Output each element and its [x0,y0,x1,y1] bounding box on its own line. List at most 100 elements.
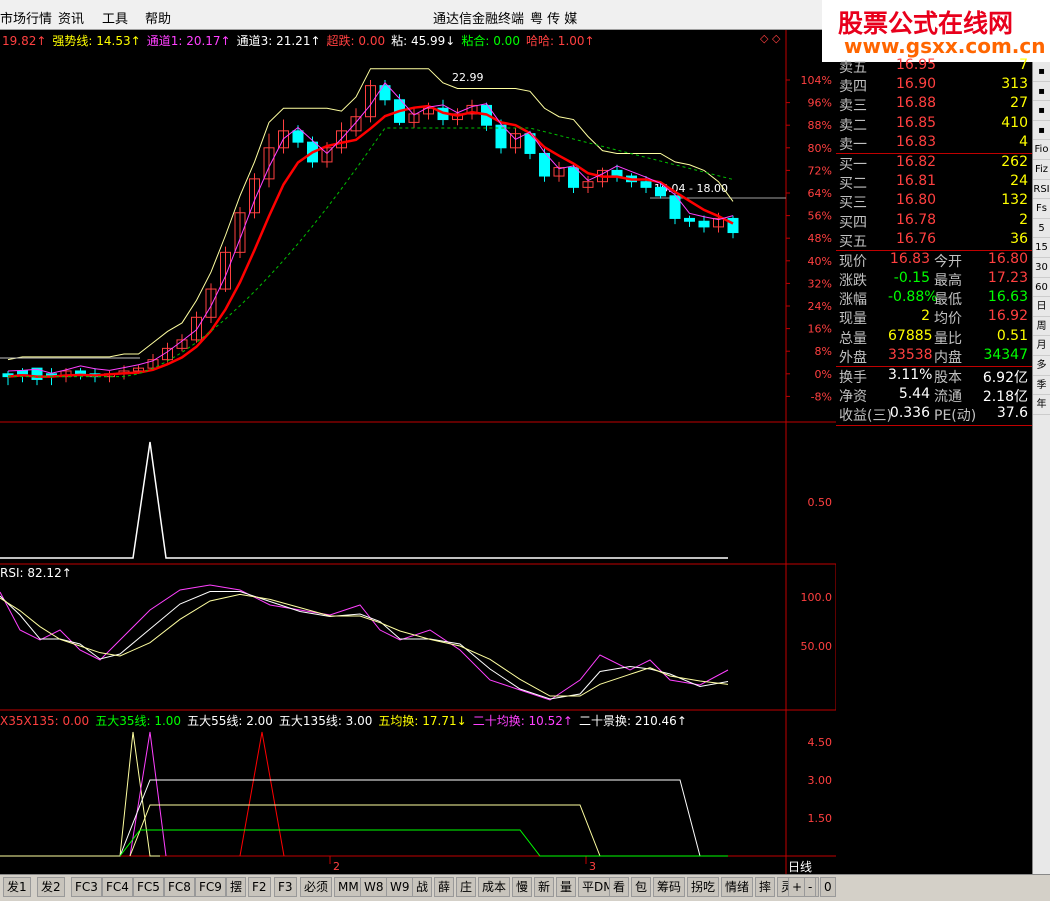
side-icon-0[interactable]: Fio [1033,140,1050,160]
finance-row-1: 净资 5.44 流通 2.18亿 [839,386,1028,406]
panel4-tick: 1.50 [808,812,833,825]
candle-body [568,167,579,188]
buy-level-3[interactable]: 买四 16.78 2 [836,212,1032,231]
side-icon-13[interactable]: 年 [1033,395,1050,415]
sell-level-4[interactable]: 卖一 16.83 4 [836,134,1032,153]
main-tick-label: -8% [811,390,832,403]
side-icon-11[interactable]: 多 [1033,356,1050,376]
main-tick-label: 56% [808,210,832,223]
bottom-tab-17[interactable]: 成本 [478,877,511,897]
candle-body [640,181,652,188]
ma-line [7,104,734,378]
bottom-tab-26[interactable]: 情绪 [721,877,754,897]
candle-body [292,130,304,143]
bottom-tab-10[interactable]: 必须 [300,877,333,897]
main-tick-label: 32% [808,277,832,290]
bottom-tab-23[interactable]: 包 [631,877,652,897]
side-icon-4[interactable]: 5 [1033,219,1050,239]
p4-white-step [119,779,701,857]
bottom-tab-3[interactable]: FC4 [102,877,133,897]
bottom-tab-2[interactable]: FC3 [71,877,102,897]
quote-row-1: 涨跌 -0.15 最高 17.23 [839,270,1028,290]
bottom-tab-14[interactable]: 战 [412,877,433,897]
buy-level-0[interactable]: 买一 16.82 262 [836,154,1032,173]
p4-red-spike [239,731,285,857]
buy-level-1[interactable]: 买二 16.81 24 [836,173,1032,192]
main-tick-label: 48% [808,232,832,245]
bottom-tab-12[interactable]: W8 [360,877,388,897]
rsi-fast [0,584,729,701]
bottom-tab-20[interactable]: 量 [556,877,577,897]
side-icon-7[interactable]: 60 [1033,278,1050,298]
tool-icon[interactable]: ▪ [1033,121,1050,141]
bottom-tab-25[interactable]: 拐吃 [687,877,720,897]
buy-level-4[interactable]: 买五 16.76 36 [836,231,1032,250]
bottom-tab-15[interactable]: 薛 [434,877,455,897]
period-label[interactable]: 日线 [788,858,836,874]
main-tick-label: 104% [801,74,832,87]
panel4-indicator-2: 五大55线: 2.00 [187,714,273,728]
quote-row-3: 现量 2 均价 16.92 [839,308,1028,328]
main-tick-label: 24% [808,300,832,313]
p4-yellow-spike [0,731,160,857]
quote-panel: 卖五 16.95 7 卖四 16.90 313 卖三 16.88 27 卖二 16.85 410 卖一 1… [836,57,1032,426]
sell-level-3[interactable]: 卖二 16.85 410 [836,115,1032,134]
side-toolbar: ▪ ▪ ▪ ▪ Fio Fiz RSI Fs 5 15 30 60 日周月多季年 [1032,62,1050,901]
quote-row-2: 涨幅 -0.88% 最低 16.63 [839,289,1028,309]
main-tick-label: 72% [808,164,832,177]
panel4-indicator-0: X35X135: 0.00 [0,714,90,728]
main-tick-label: 8% [815,345,832,358]
bottom-tab-11[interactable]: MM [334,877,363,897]
bottom-tab-13[interactable]: W9 [386,877,414,897]
bottom-tab-9[interactable]: F3 [274,877,297,897]
bottom-tab-22[interactable]: 看 [609,877,630,897]
bottom-tab-16[interactable]: 庄 [456,877,477,897]
buy-level-2[interactable]: 买三 16.80 132 [836,192,1032,211]
side-icon-2[interactable]: RSI [1033,180,1050,200]
tool-icon[interactable]: ▪ [1033,82,1050,102]
bottom-tab-0[interactable]: 发1 [3,877,31,897]
side-icon-5[interactable]: 15 [1033,238,1050,258]
bottom-tab-19[interactable]: 新 [534,877,555,897]
quote-row-4: 总量 67885 量比 0.51 [839,327,1028,347]
rsi-label: RSI: 82.12↑ [0,566,72,580]
bottom-tabbar: 发1 发2 FC3 FC4 FC5 FC8 FC9 摆 F2 F3 必须 MM W8 W9 战薛庄成本慢新量… [0,874,1050,901]
tool-icon[interactable]: ▪ [1033,101,1050,121]
main-tick-label: 80% [808,142,832,155]
side-icon-8[interactable]: 日 [1033,297,1050,317]
bottom-tab-4[interactable]: FC5 [133,877,164,897]
bottom-control-2[interactable]: 0 [820,877,836,897]
sell-level-2[interactable]: 卖三 16.88 27 [836,95,1032,114]
p4-green-step [119,829,728,857]
side-icon-10[interactable]: 月 [1033,336,1050,356]
bottom-tab-6[interactable]: FC9 [195,877,226,897]
sell-level-0[interactable]: 卖五 16.95 7 [836,57,1032,76]
high-label: 22.99 [452,71,484,84]
panel4-tick: 3.00 [808,774,833,787]
brand-logo: 股票公式在线网 www.gsxx.com.cn [822,0,1050,62]
bottom-control-1[interactable]: - [804,877,817,897]
sell-level-1[interactable]: 卖四 16.90 313 [836,76,1032,95]
bottom-tab-5[interactable]: FC8 [164,877,195,897]
strong-line [8,127,734,378]
quote-row-0: 现价 16.83 今开 16.80 [839,250,1028,270]
bottom-tab-7[interactable]: 摆 [226,877,247,897]
side-icon-6[interactable]: 30 [1033,258,1050,278]
side-icon-1[interactable]: Fiz [1033,160,1050,180]
bottom-tab-27[interactable]: 摔 [755,877,776,897]
bottom-tab-24[interactable]: 筹码 [653,877,686,897]
panel4-indicator-row: X35X135: 0.00 五大35线: 1.00 五大55线: 2.00 五大135… [0,712,693,728]
side-icon-3[interactable]: Fs [1033,199,1050,219]
candle-body [75,370,86,375]
side-icon-12[interactable]: 季 [1033,376,1050,396]
side-icon-9[interactable]: 周 [1033,317,1050,337]
panel4-indicator-5: 二十均换: 10.52↑ [472,714,573,728]
brand-url: www.gsxx.com.cn [844,34,1046,58]
bottom-tab-1[interactable]: 发2 [37,877,65,897]
bottom-tab-8[interactable]: F2 [248,877,271,897]
kline-chart[interactable]: 104% 96% 88% 80% 72% 64% 56% 48% 40% 32% 24% 16% 8% 0… [0,0,836,874]
tool-icon[interactable]: ▪ [1033,62,1050,82]
candle-body [698,220,710,228]
bottom-tab-18[interactable]: 慢 [512,877,533,897]
panel2-signal [0,441,728,559]
